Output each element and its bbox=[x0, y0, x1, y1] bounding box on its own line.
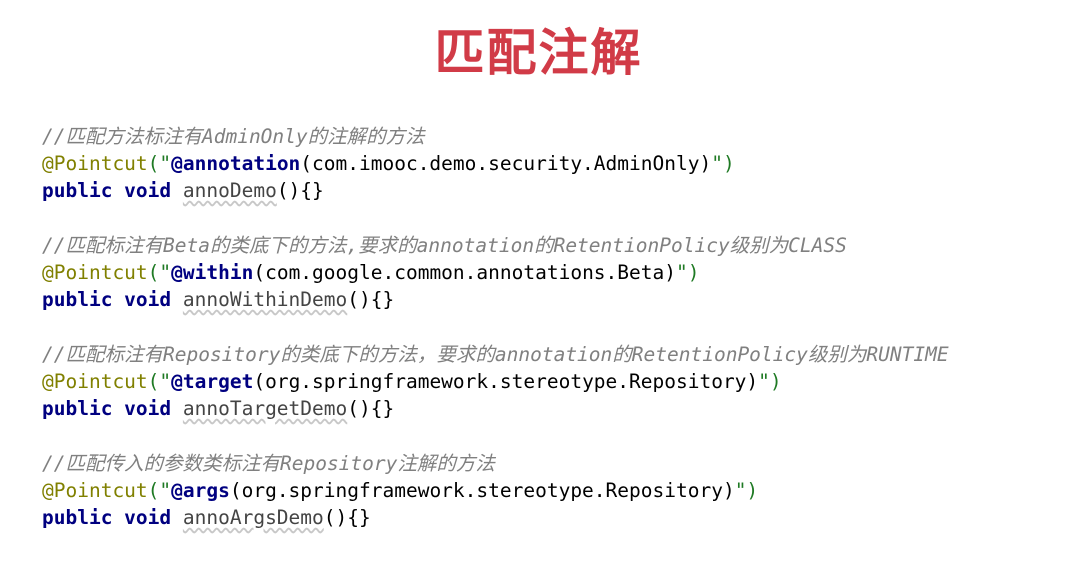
modifier-keywords: public void bbox=[42, 179, 172, 202]
code-comment: //匹配方法标注有AdminOnly的注解的方法 bbox=[42, 123, 1072, 150]
designator-argument: (org.springframework.stereotype.Reposito… bbox=[229, 479, 735, 502]
method-declaration-line: public void annoDemo(){} bbox=[42, 177, 1072, 204]
pointcut-annotation-line: @Pointcut("@target(org.springframework.s… bbox=[42, 368, 1072, 395]
method-name: annoWithinDemo bbox=[182, 288, 348, 311]
pointcut-annotation: @Pointcut bbox=[42, 370, 148, 393]
string-open: (" bbox=[147, 370, 172, 393]
modifier-keywords: public void bbox=[42, 288, 172, 311]
method-declaration-line: public void annoTargetDemo(){} bbox=[42, 395, 1072, 422]
string-close: ") bbox=[734, 479, 759, 502]
pointcut-designator: @args bbox=[171, 479, 230, 502]
method-name: annoDemo bbox=[182, 179, 277, 202]
comment-text: //匹配标注有Repository的类底下的方法，要求的annotation的R… bbox=[42, 343, 949, 366]
string-open: (" bbox=[147, 479, 172, 502]
method-name: annoArgsDemo bbox=[182, 506, 324, 529]
designator-argument: (com.google.common.annotations.Beta) bbox=[253, 261, 676, 284]
method-name: annoTargetDemo bbox=[182, 397, 348, 420]
pointcut-designator: @annotation bbox=[171, 152, 301, 175]
modifier-keywords: public void bbox=[42, 397, 172, 420]
pointcut-annotation-line: @Pointcut("@annotation(com.imooc.demo.se… bbox=[42, 150, 1072, 177]
pointcut-designator: @target bbox=[171, 370, 254, 393]
code-comment: //匹配标注有Beta的类底下的方法,要求的annotation的Retenti… bbox=[42, 232, 1072, 259]
pointcut-annotation: @Pointcut bbox=[42, 261, 148, 284]
pointcut-designator: @within bbox=[171, 261, 254, 284]
comment-text: //匹配传入的参数类标注有Repository注解的方法 bbox=[42, 452, 495, 475]
string-close: ") bbox=[675, 261, 700, 284]
method-declaration-line: public void annoWithinDemo(){} bbox=[42, 286, 1072, 313]
method-body: (){} bbox=[323, 506, 371, 529]
string-open: (" bbox=[147, 152, 172, 175]
method-body: (){} bbox=[347, 397, 395, 420]
code-comment: //匹配标注有Repository的类底下的方法，要求的annotation的R… bbox=[42, 341, 1072, 368]
string-close: ") bbox=[758, 370, 782, 393]
string-open: (" bbox=[147, 261, 172, 284]
string-close: ") bbox=[711, 152, 735, 175]
pointcut-annotation-line: @Pointcut("@args(org.springframework.ste… bbox=[42, 477, 1072, 504]
code-block: //匹配方法标注有AdminOnly的注解的方法 @Pointcut("@ann… bbox=[42, 123, 1072, 531]
designator-argument: (com.imooc.demo.security.AdminOnly) bbox=[300, 152, 712, 175]
code-comment: //匹配传入的参数类标注有Repository注解的方法 bbox=[42, 450, 1072, 477]
designator-argument: (org.springframework.stereotype.Reposito… bbox=[253, 370, 759, 393]
comment-text: //匹配标注有Beta的类底下的方法,要求的annotation的Retenti… bbox=[42, 234, 847, 257]
pointcut-annotation: @Pointcut bbox=[42, 479, 148, 502]
method-body: (){} bbox=[276, 179, 324, 202]
modifier-keywords: public void bbox=[42, 506, 172, 529]
pointcut-annotation-line: @Pointcut("@within(com.google.common.ann… bbox=[42, 259, 1072, 286]
method-body: (){} bbox=[347, 288, 395, 311]
slide-title: 匹配注解 bbox=[434, 24, 643, 82]
comment-text: //匹配方法标注有AdminOnly的注解的方法 bbox=[42, 125, 425, 148]
pointcut-annotation: @Pointcut bbox=[42, 152, 148, 175]
method-declaration-line: public void annoArgsDemo(){} bbox=[42, 504, 1072, 531]
